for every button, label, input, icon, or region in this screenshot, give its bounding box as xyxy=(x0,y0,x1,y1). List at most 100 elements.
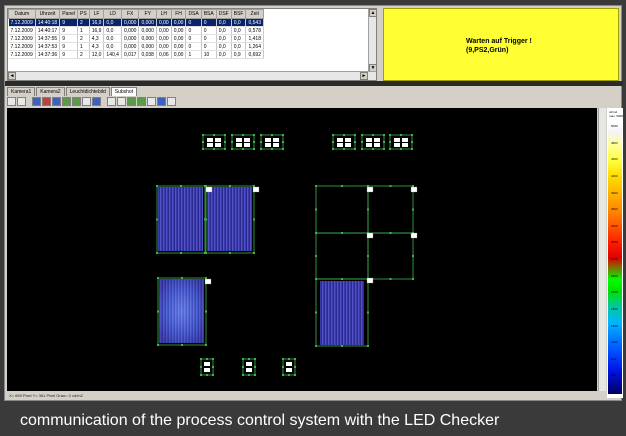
table-row[interactable]: 7.12.2009 14:40:18 9 2 16,9 0,0 0,000 0,000 0,00… xyxy=(8,18,264,27)
tab-subshot[interactable]: Subshot xyxy=(110,87,138,96)
indicator-roi-lower[interactable] xyxy=(242,358,256,376)
save-icon[interactable] xyxy=(32,97,41,106)
indicator-roi[interactable] xyxy=(260,134,284,150)
roi-box-6[interactable] xyxy=(315,232,369,280)
indicator-roi[interactable] xyxy=(231,134,255,150)
roi-handle xyxy=(200,366,202,368)
roi-handle xyxy=(282,148,284,150)
indicator-roi-lower[interactable] xyxy=(200,358,214,376)
roi-icon[interactable] xyxy=(117,97,126,106)
column-header[interactable]: Datum xyxy=(8,9,36,19)
roi-handle xyxy=(253,252,255,254)
roi-handle xyxy=(315,208,317,211)
edit-icon[interactable] xyxy=(82,97,91,106)
table-vertical-scrollbar[interactable]: ▲ ▼ xyxy=(368,9,376,72)
roi-handle xyxy=(411,141,413,143)
table-horizontal-scrollbar[interactable]: ◄ ► xyxy=(8,71,376,80)
column-header[interactable]: FX xyxy=(120,9,140,19)
roi-handle xyxy=(332,141,334,143)
table-row[interactable]: 7.12.2009 14:37:53 9 1 4,3 0,0 0,000 0,000 0,00 0… xyxy=(8,42,264,51)
table-cell: 0 xyxy=(201,26,217,35)
zoom-in-icon[interactable] xyxy=(7,97,16,106)
scroll-left-icon[interactable]: ◄ xyxy=(8,72,16,80)
roi-overlay[interactable] xyxy=(7,108,597,391)
roi-handle xyxy=(389,141,391,143)
roi-handle xyxy=(282,141,284,143)
table-cell: 0,017 xyxy=(121,50,140,59)
roi-handle xyxy=(202,134,204,136)
palette-icon[interactable] xyxy=(72,97,81,106)
scroll-right-icon[interactable]: ► xyxy=(360,72,368,80)
roi-handle xyxy=(224,141,226,143)
column-header[interactable]: LD xyxy=(103,9,122,19)
roi-box-7[interactable] xyxy=(367,232,414,280)
roi-box-4[interactable] xyxy=(315,185,369,234)
canvas-vertical-scrollbar[interactable] xyxy=(598,108,606,391)
indicator-roi-lower[interactable] xyxy=(282,358,296,376)
select-icon[interactable] xyxy=(107,97,116,106)
table-row[interactable]: 7.12.2009 14:37:55 9 2 4,3 0,0 0,000 0,000 0,00 0… xyxy=(8,34,264,43)
colorbar-tick: 2700 xyxy=(611,257,618,261)
zoom-out-icon[interactable] xyxy=(17,97,26,106)
roi-handle xyxy=(361,141,363,143)
table-cell: 0,0 xyxy=(216,34,232,43)
roi-handle xyxy=(343,134,345,136)
roi-box-5[interactable] xyxy=(367,185,414,234)
column-header[interactable]: Panel xyxy=(59,9,79,19)
move-roi-icon[interactable] xyxy=(137,97,146,106)
colorbar-tick: 300 xyxy=(611,390,617,394)
divider xyxy=(5,81,623,86)
measure-icon[interactable] xyxy=(157,97,166,106)
luminance-image-canvas[interactable] xyxy=(7,108,597,391)
column-header[interactable]: DSA xyxy=(185,9,202,19)
indicator-roi[interactable] xyxy=(361,134,385,150)
table-cell: 14:37:36 xyxy=(35,50,61,59)
table-row[interactable]: 7.12.2009 14:40:17 9 1 16,9 0,0 0,000 0,000 0,00… xyxy=(8,26,264,35)
indicator-label xyxy=(345,138,351,142)
colorbar-tick: 4500 xyxy=(611,157,618,162)
scroll-up-icon[interactable]: ▲ xyxy=(369,9,376,17)
indicator-roi[interactable] xyxy=(389,134,413,150)
roi-handle xyxy=(229,185,231,187)
roi-handle xyxy=(412,255,414,257)
image-icon[interactable] xyxy=(52,97,61,106)
disk-icon[interactable] xyxy=(92,97,101,106)
column-header[interactable]: FY xyxy=(138,9,157,19)
app-window: Datum Uhrzeit Panel PS LF LD FX FY LH FH DSA BSA DSF… xyxy=(4,5,623,401)
table-cell: 1 xyxy=(77,42,90,51)
tab-kamera2[interactable]: Kamera2 xyxy=(36,87,65,96)
roi-label xyxy=(410,232,418,239)
roi-handle xyxy=(205,344,207,346)
tab-kamera1[interactable]: Kamera1 xyxy=(7,87,36,96)
table-row[interactable]: 7.12.2009 14:37:36 9 2 12,0 140,4 0,017 0,038 0,… xyxy=(8,50,264,59)
column-header[interactable]: PS xyxy=(77,9,90,19)
roi-handle xyxy=(200,374,202,376)
add-roi-icon[interactable] xyxy=(127,97,136,106)
roi-handle xyxy=(248,358,250,360)
column-header[interactable]: Uhrzeit xyxy=(34,9,61,19)
table-cell: 9 xyxy=(59,18,79,27)
column-header[interactable]: FH xyxy=(170,9,187,19)
column-header[interactable]: BSF xyxy=(230,9,247,19)
indicator-roi[interactable] xyxy=(202,134,226,150)
colorbar-tick: 1200 xyxy=(611,340,618,345)
caption: communication of the process control sys… xyxy=(20,412,500,429)
column-header[interactable]: DSF xyxy=(215,9,232,19)
grid-icon[interactable] xyxy=(62,97,71,106)
info-icon[interactable] xyxy=(167,97,176,106)
column-header[interactable]: LH xyxy=(155,9,172,19)
record-icon[interactable] xyxy=(42,97,51,106)
column-header[interactable]: LF xyxy=(88,9,105,19)
column-header[interactable]: Zeit xyxy=(245,9,264,19)
roi-handle xyxy=(282,374,284,376)
cursor-icon[interactable] xyxy=(147,97,156,106)
roi-handle xyxy=(341,278,343,280)
indicator-label xyxy=(236,143,242,147)
tab-leuchtdichtebild[interactable]: Leuchtdichtebild xyxy=(65,87,110,96)
column-header[interactable]: BSA xyxy=(200,9,217,19)
table-cell: 0,0 xyxy=(216,26,232,35)
roi-handle xyxy=(229,252,231,254)
roi-handle xyxy=(411,134,413,136)
indicator-roi[interactable] xyxy=(332,134,356,150)
roi-handle xyxy=(212,358,214,360)
